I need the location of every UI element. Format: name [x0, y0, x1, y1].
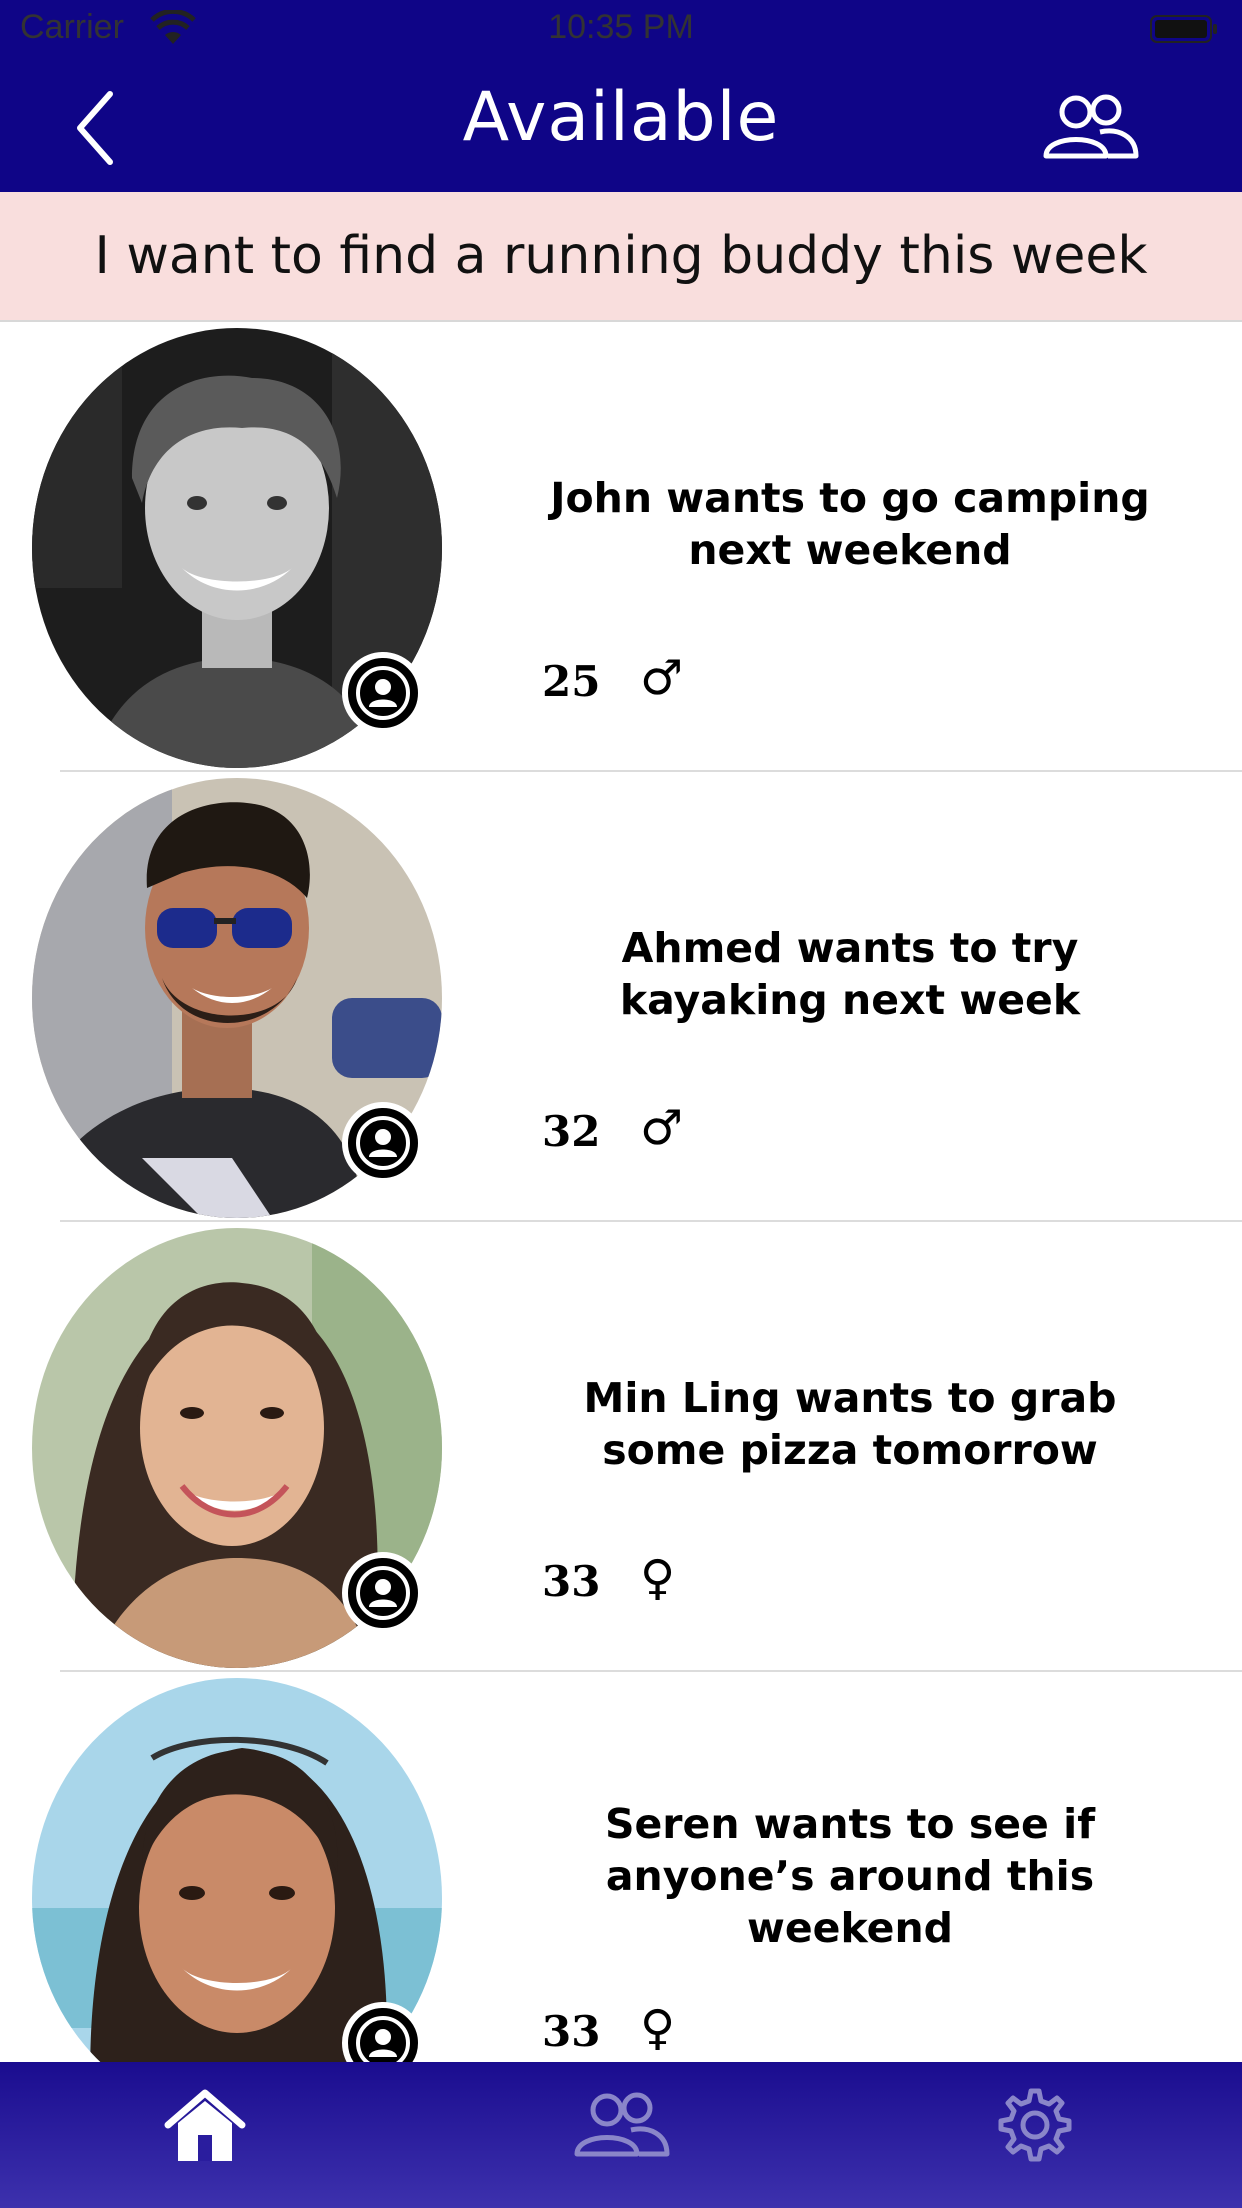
user-circle-icon	[356, 1116, 410, 1170]
tab-friends[interactable]	[566, 2080, 676, 2170]
tab-home[interactable]	[150, 2080, 260, 2170]
activity-title: Min Ling wants to grab some pizza tomorr…	[583, 1374, 1117, 1474]
navigation-bar: Carrier 10:35 PM Available	[0, 0, 1242, 192]
people-list[interactable]: John wants to go camping next weekend 25…	[0, 322, 1242, 2062]
people-icon	[574, 2092, 670, 2157]
list-item[interactable]: Min Ling wants to grab some pizza tomorr…	[0, 1222, 1242, 1672]
list-item[interactable]: Ahmed wants to try kayaking next week 32…	[0, 772, 1242, 1222]
age-label: 33	[542, 1557, 601, 1606]
male-icon: ♂	[640, 1100, 684, 1156]
list-item[interactable]: John wants to go camping next weekend 25…	[0, 322, 1242, 772]
tab-bar	[0, 2062, 1242, 2208]
clock-label: 10:35 PM	[548, 8, 694, 46]
people-icon[interactable]	[1040, 92, 1140, 162]
age-label: 33	[542, 2007, 601, 2056]
intent-banner-text: I want to find a running buddy this week	[94, 226, 1148, 286]
age-label: 32	[542, 1107, 601, 1156]
male-icon: ♂	[640, 650, 684, 706]
profile-button[interactable]	[342, 1552, 424, 1634]
list-item[interactable]: Seren wants to see if anyone’s around th…	[0, 1672, 1242, 2062]
female-icon: ♀	[640, 2000, 676, 2056]
status-bar: Carrier 10:35 PM	[0, 0, 1242, 60]
home-icon	[164, 2089, 246, 2161]
profile-button[interactable]	[342, 1102, 424, 1184]
intent-banner: I want to find a running buddy this week	[0, 192, 1242, 322]
activity-title: John wants to go camping next weekend	[550, 474, 1150, 574]
activity-title: Seren wants to see if anyone’s around th…	[604, 1800, 1096, 1952]
profile-button[interactable]	[342, 652, 424, 734]
gear-icon	[998, 2088, 1072, 2162]
tab-settings[interactable]	[980, 2080, 1090, 2170]
female-icon: ♀	[640, 1550, 676, 1606]
age-label: 25	[542, 657, 601, 706]
activity-title: Ahmed wants to try kayaking next week	[619, 924, 1081, 1024]
user-circle-icon	[356, 1566, 410, 1620]
user-circle-icon	[356, 2016, 410, 2062]
user-circle-icon	[356, 666, 410, 720]
battery-icon	[1150, 15, 1217, 43]
